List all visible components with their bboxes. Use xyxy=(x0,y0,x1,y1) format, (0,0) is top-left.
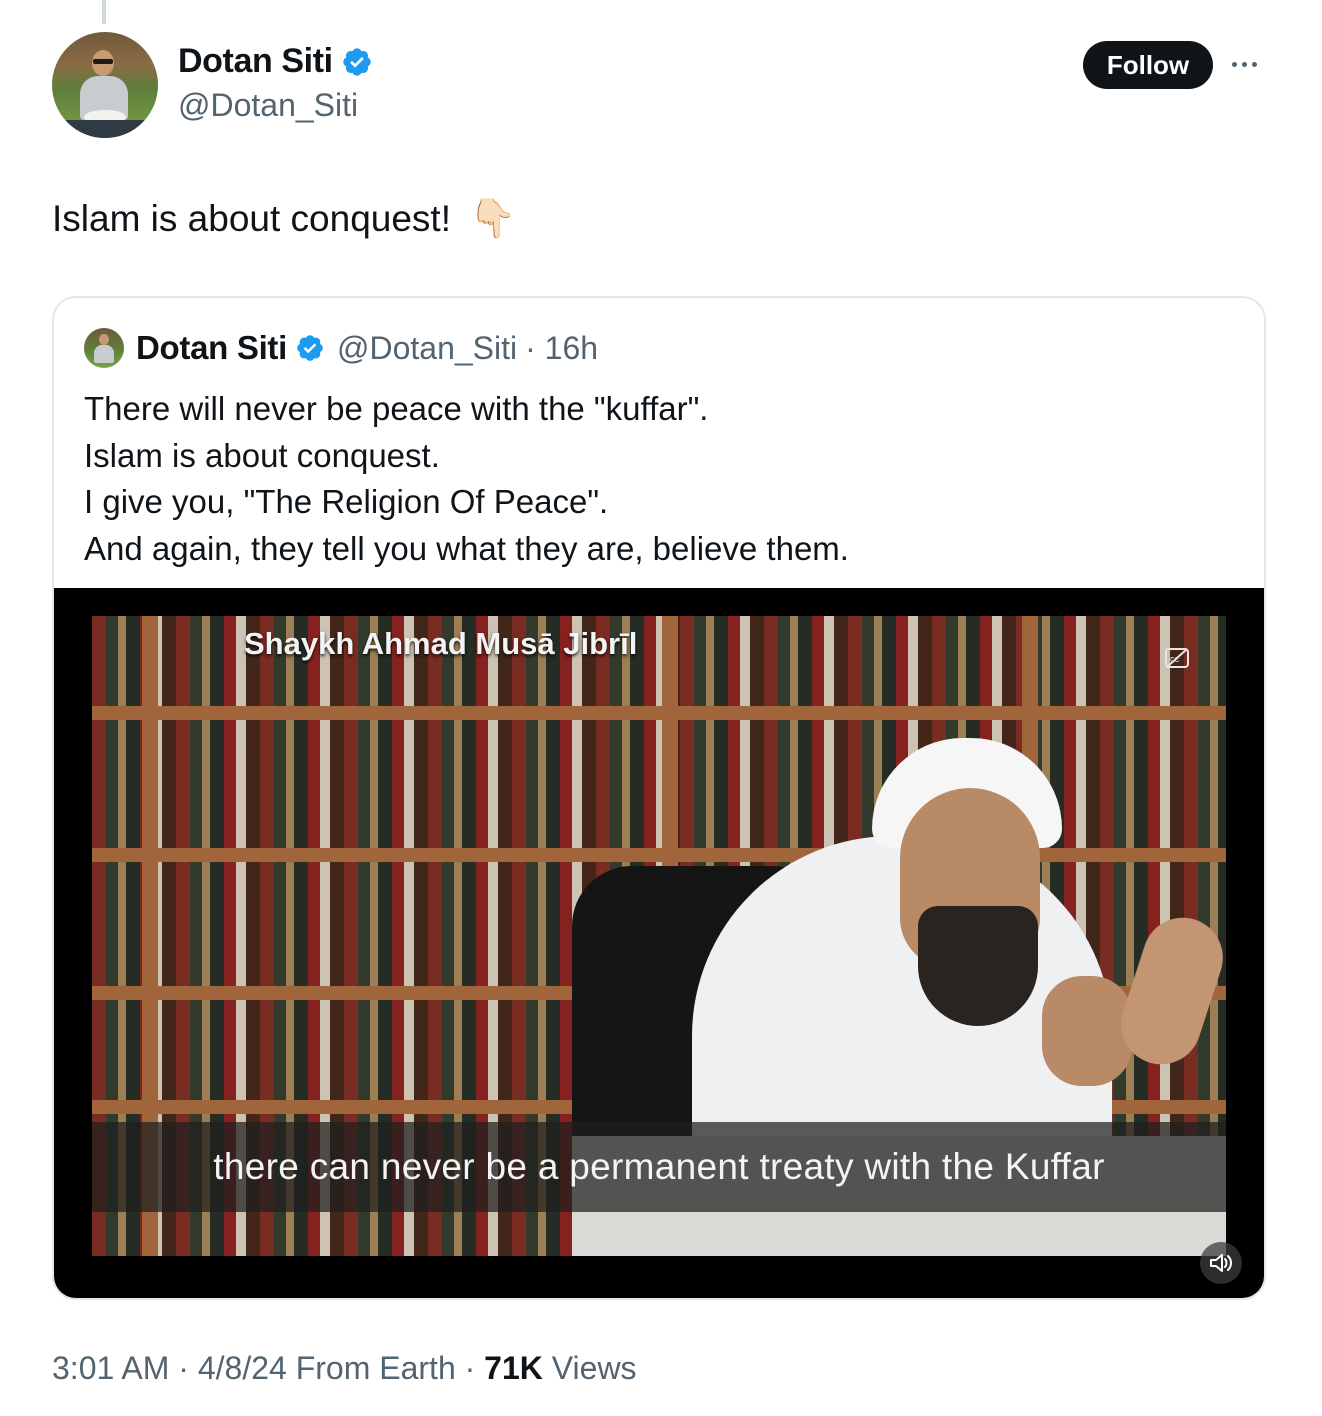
quoted-header: Dotan Siti @Dotan_Siti · 16h xyxy=(84,328,598,368)
video-subtitle: there can never be a permanent treaty wi… xyxy=(213,1146,1105,1187)
author-block: Dotan Siti @Dotan_Siti xyxy=(178,42,373,124)
quoted-post[interactable]: Dotan Siti @Dotan_Siti · 16h There will … xyxy=(52,296,1266,1300)
more-options-icon[interactable] xyxy=(1232,54,1262,74)
author-display-name[interactable]: Dotan Siti xyxy=(178,42,333,81)
verified-badge-icon xyxy=(343,47,371,76)
quoted-line: And again, they tell you what they are, … xyxy=(84,529,849,567)
post-header: Dotan Siti @Dotan_Siti Follow xyxy=(52,32,1266,138)
video-overlay-name: Shaykh Ahmad Musā Jibrīl xyxy=(244,626,638,661)
thread-connector xyxy=(102,0,106,24)
subtitle-band: there can never be a permanent treaty wi… xyxy=(92,1122,1226,1212)
quoted-avatar xyxy=(84,328,124,368)
quoted-line: There will never be peace with the "kuff… xyxy=(84,390,709,427)
verified-badge-icon xyxy=(297,335,323,361)
quoted-line: I give you, "The Religion Of Peace". xyxy=(84,483,609,520)
avatar[interactable] xyxy=(52,32,158,138)
author-handle[interactable]: @Dotan_Siti xyxy=(178,87,373,124)
pointing-down-icon: 👇🏻 xyxy=(469,198,517,240)
post-body: Islam is about conquest! xyxy=(52,198,451,239)
quoted-handle: @Dotan_Siti xyxy=(337,329,518,366)
video-frame: Shaykh Ahmad Musā Jibrīl there can never… xyxy=(92,616,1226,1256)
quoted-age: · 16h xyxy=(525,329,599,366)
mute-toggle-icon[interactable] xyxy=(1200,1242,1242,1284)
author-name-row[interactable]: Dotan Siti xyxy=(178,42,373,81)
quoted-text: There will never be peace with the "kuff… xyxy=(84,386,849,572)
post-timestamp[interactable]: 3:01 AM · 4/8/24 From Earth · xyxy=(52,1350,484,1386)
quoted-line: Islam is about conquest. xyxy=(84,436,440,474)
quoted-display-name: Dotan Siti xyxy=(136,329,287,366)
video-player[interactable]: Shaykh Ahmad Musā Jibrīl there can never… xyxy=(54,588,1264,1298)
post-text: Islam is about conquest! 👇🏻 xyxy=(52,198,516,240)
captions-off-icon[interactable]: cc xyxy=(1164,646,1190,670)
post-metadata: 3:01 AM · 4/8/24 From Earth · 71K Views xyxy=(52,1350,637,1387)
follow-button[interactable]: Follow xyxy=(1083,41,1213,89)
views-label: Views xyxy=(542,1350,637,1386)
views-count: 71K xyxy=(484,1350,543,1386)
